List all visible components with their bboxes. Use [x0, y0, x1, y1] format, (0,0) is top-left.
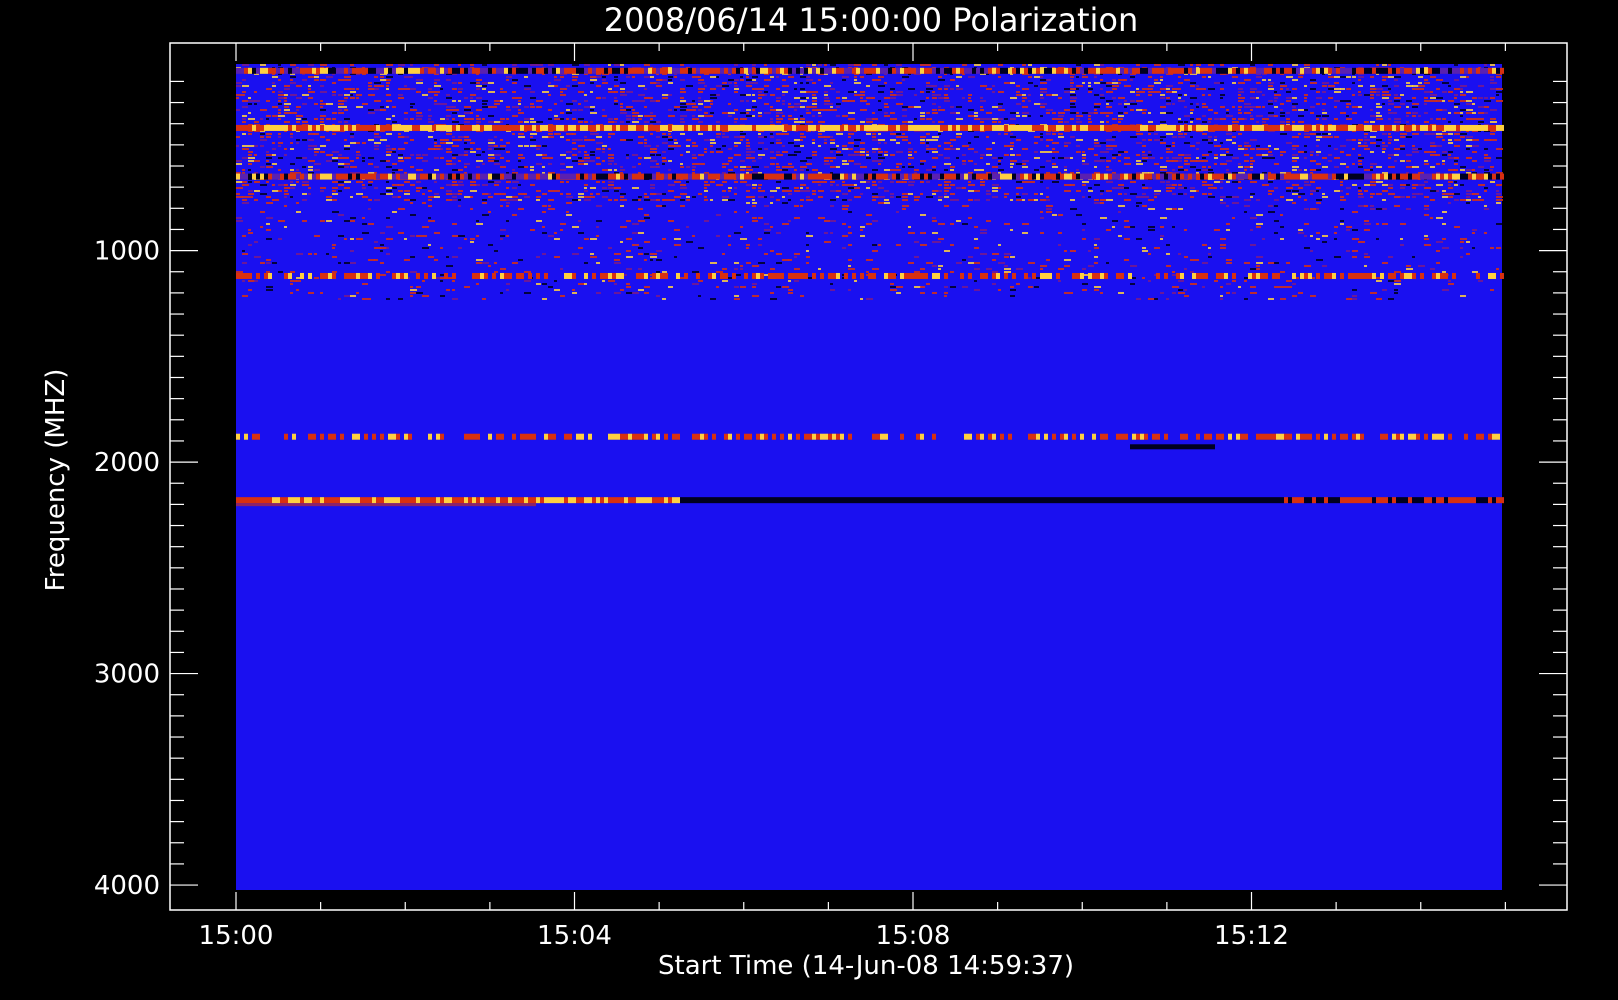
y-tick-label: 4000 [94, 871, 160, 901]
heatmap-band-5 [236, 497, 1504, 504]
x-tick-label: 15:12 [1214, 921, 1289, 951]
heatmap-band-shadow [236, 503, 536, 507]
x-axis-label: Start Time (14-Jun-08 14:59:37) [658, 951, 1074, 981]
y-axis-label: Frequency (MHZ) [41, 369, 71, 592]
x-tick-label: 15:08 [876, 921, 951, 951]
x-tick-label: 15:00 [199, 921, 274, 951]
x-tick-label: 15:04 [537, 921, 612, 951]
heatmap-band-2 [236, 173, 1504, 180]
y-tick-label: 2000 [94, 448, 160, 478]
heatmap-area [236, 64, 1504, 890]
heatmap-band-0 [236, 67, 1504, 74]
spectrogram-chart: 2008/06/14 15:00:00 Polarization 15:00 15… [0, 0, 1618, 1000]
y-tick-label: 1000 [94, 237, 160, 267]
chart-title: 2008/06/14 15:00:00 Polarization [604, 1, 1138, 39]
heatmap-band-1 [236, 124, 1504, 131]
y-tick-label: 3000 [94, 660, 160, 690]
heatmap-dark-streak [1130, 444, 1215, 450]
